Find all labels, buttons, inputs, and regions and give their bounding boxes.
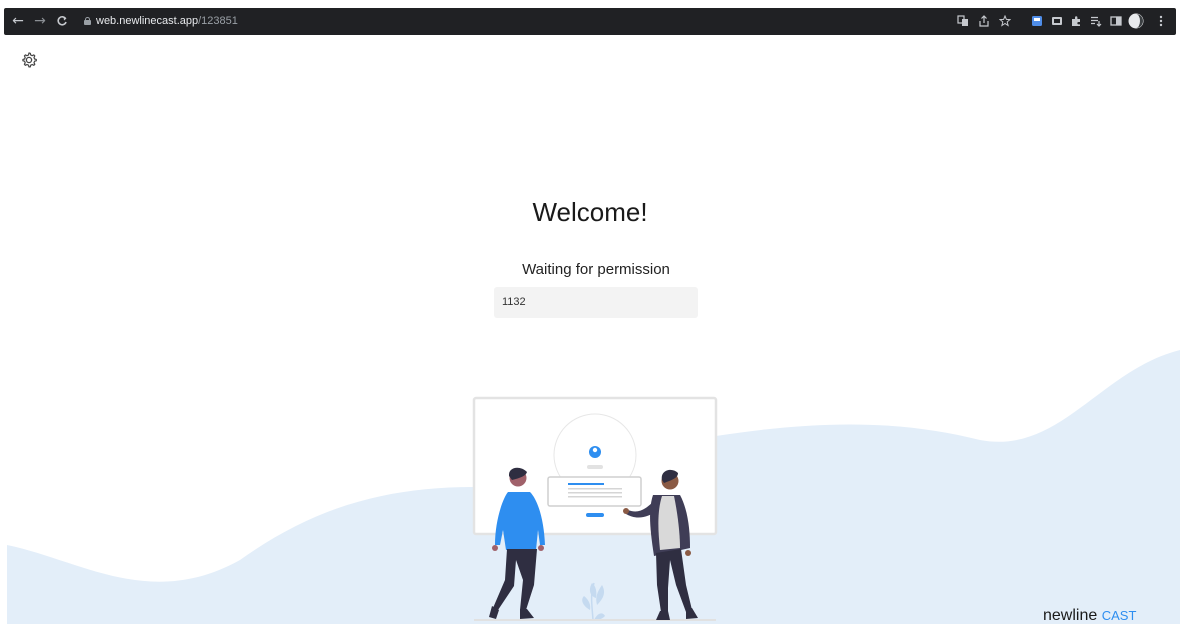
newline-cast-page: ← → web.newlinecast.app/123851 Welcome! … <box>0 0 1180 624</box>
brand-name-part1: newline <box>1043 607 1098 624</box>
illustration <box>472 396 718 621</box>
brand-name-part2: CAST <box>1101 608 1137 623</box>
brand-logo: newline CAST <box>1043 608 1136 624</box>
plant <box>582 582 605 621</box>
